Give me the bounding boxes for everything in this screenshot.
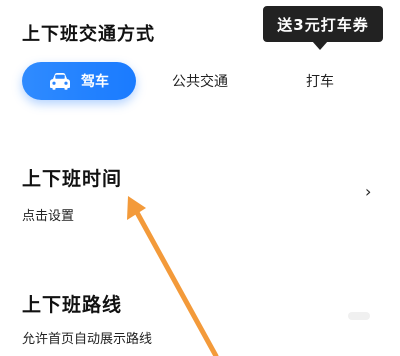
annotation-arrow xyxy=(127,196,219,356)
commute-settings-page: 上下班交通方式 送3元打车券 驾车 公共交通 打车 上下班时间 点击设置 › 上… xyxy=(0,0,400,356)
